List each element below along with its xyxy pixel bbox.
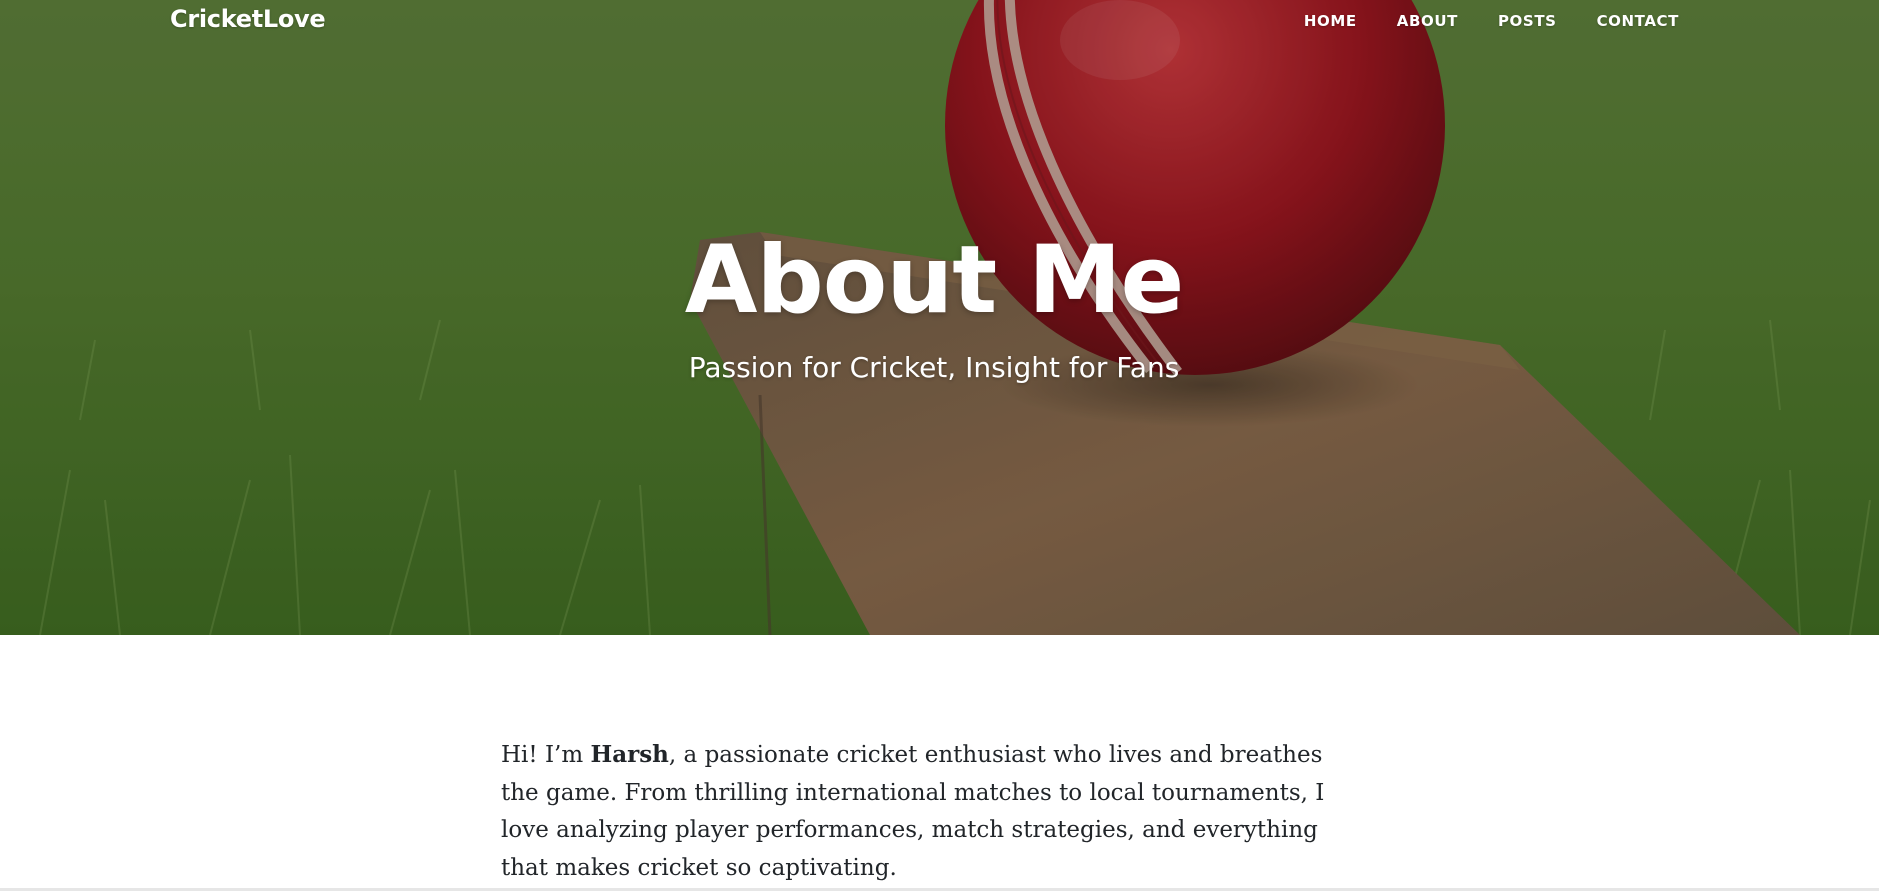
intro-prefix: Hi! I’m	[501, 742, 591, 768]
hero-heading: About Me Passion for Cricket, Insight fo…	[0, 226, 1868, 386]
nav-link-posts[interactable]: POSTS	[1498, 12, 1557, 30]
page-subtitle: Passion for Cricket, Insight for Fans	[688, 351, 1180, 384]
about-paragraph: Hi! I’m Harsh, a passionate cricket enth…	[501, 736, 1361, 887]
page-title: About Me	[684, 226, 1185, 335]
nav-links: HOME ABOUT POSTS CONTACT	[1264, 12, 1679, 30]
author-name: Harsh	[590, 741, 669, 768]
nav-link-contact[interactable]: CONTACT	[1597, 12, 1679, 30]
hero-header: CricketLove HOME ABOUT POSTS CONTACT Abo…	[0, 0, 1879, 635]
nav-link-home[interactable]: HOME	[1304, 12, 1357, 30]
brand-logo-link[interactable]: CricketLove	[170, 5, 326, 33]
nav-link-about[interactable]: ABOUT	[1397, 12, 1458, 30]
top-navbar: CricketLove HOME ABOUT POSTS CONTACT	[0, 0, 1879, 42]
about-content: Hi! I’m Harsh, a passionate cricket enth…	[501, 736, 1361, 887]
